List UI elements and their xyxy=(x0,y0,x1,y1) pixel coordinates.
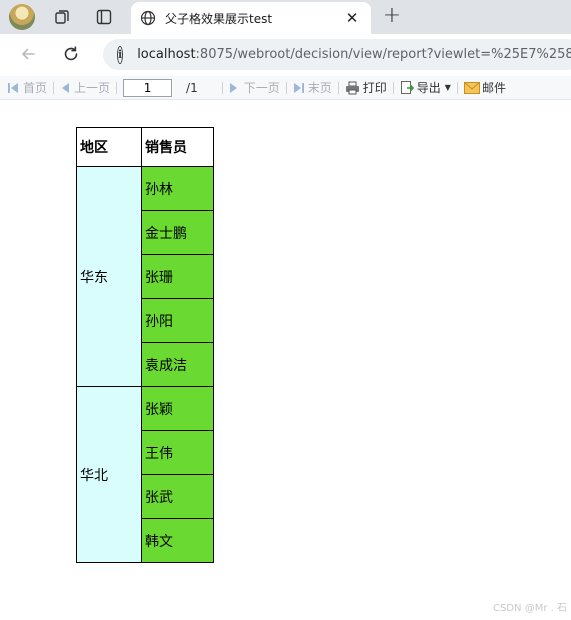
back-arrow-icon[interactable] xyxy=(16,42,40,66)
report-toolbar: 首页 上一页 /1 下一页 末页 打印 导出 ▼ 邮件 xyxy=(0,76,571,100)
toolbar-divider xyxy=(116,81,118,94)
toolbar-divider xyxy=(392,81,394,94)
region-cell: 华北 xyxy=(76,386,142,563)
header-seller: 销售员 xyxy=(141,127,214,167)
next-page-button[interactable]: 下一页 xyxy=(229,76,280,100)
page-total: /1 xyxy=(186,80,198,95)
seller-cell: 韩文 xyxy=(141,518,214,563)
first-page-button[interactable]: 首页 xyxy=(7,76,47,100)
new-tab-button[interactable]: + xyxy=(381,5,403,27)
prev-page-icon xyxy=(62,82,70,93)
toolbar-divider xyxy=(456,81,458,94)
close-icon[interactable]: ✕ xyxy=(343,9,361,27)
tab-actions-icon[interactable] xyxy=(94,7,114,27)
email-button[interactable]: 邮件 xyxy=(463,76,506,100)
seller-cell: 张颖 xyxy=(141,386,214,431)
seller-cell: 张珊 xyxy=(141,254,214,299)
seller-cell: 张武 xyxy=(141,474,214,519)
seller-cell: 孙林 xyxy=(141,166,214,211)
export-icon xyxy=(400,81,414,94)
email-label: 邮件 xyxy=(481,81,506,95)
print-button[interactable]: 打印 xyxy=(345,76,387,100)
table-row: 华东 孙林 xyxy=(76,166,214,387)
prev-page-label: 上一页 xyxy=(74,81,111,95)
table-header-row: 地区 销售员 xyxy=(76,127,214,167)
export-button[interactable]: 导出 ▼ xyxy=(400,76,451,100)
profile-avatar[interactable] xyxy=(9,4,35,30)
workspaces-icon[interactable] xyxy=(52,7,72,27)
browser-tab-strip: 父子格效果展示test ✕ + xyxy=(0,0,571,34)
next-page-label: 下一页 xyxy=(243,81,280,95)
table-row: 华北 张颖 xyxy=(76,386,214,563)
watermark: CSDN @Mr . 石 xyxy=(493,603,567,614)
seller-cell: 袁成洁 xyxy=(141,342,214,387)
last-page-label: 末页 xyxy=(307,81,332,95)
prev-page-button[interactable]: 上一页 xyxy=(60,76,110,100)
first-page-icon xyxy=(8,82,18,93)
mail-icon xyxy=(463,81,480,94)
address-bar[interactable]: i localhost:8075/webroot/decision/view/r… xyxy=(103,39,571,70)
toolbar-divider xyxy=(337,81,339,94)
export-label: 导出 xyxy=(416,81,441,95)
seller-cell: 孙阳 xyxy=(141,298,214,343)
last-page-icon xyxy=(293,82,304,93)
url-text: localhost:8075/webroot/decision/view/rep… xyxy=(137,47,571,62)
seller-cell: 王伟 xyxy=(141,430,214,475)
toolbar-divider xyxy=(221,81,223,94)
header-region: 地区 xyxy=(76,127,142,167)
browser-nav-bar: i localhost:8075/webroot/decision/view/r… xyxy=(0,34,571,74)
globe-icon xyxy=(139,9,157,27)
reload-icon[interactable] xyxy=(59,42,83,66)
tab-title: 父子格效果展示test xyxy=(165,11,273,26)
region-cell: 华东 xyxy=(76,166,142,387)
last-page-button[interactable]: 末页 xyxy=(293,76,332,100)
page-number-input[interactable] xyxy=(123,78,173,97)
toolbar-divider xyxy=(285,81,287,94)
printer-icon xyxy=(345,81,359,94)
seller-cell: 金士鹏 xyxy=(141,210,214,255)
site-info-icon[interactable]: i xyxy=(117,45,124,64)
first-page-label: 首页 xyxy=(23,81,48,95)
next-page-icon xyxy=(229,82,237,93)
print-label: 打印 xyxy=(362,81,387,95)
toolbar-divider xyxy=(53,81,55,94)
caret-down-icon: ▼ xyxy=(444,83,451,92)
tab-report[interactable]: 父子格效果展示test ✕ xyxy=(131,2,371,34)
report-table: 地区 销售员 华东 孙林 金士鹏 张珊 孙阳 袁成洁 华北 张颖 王伟 张武 韩文 xyxy=(76,127,214,563)
